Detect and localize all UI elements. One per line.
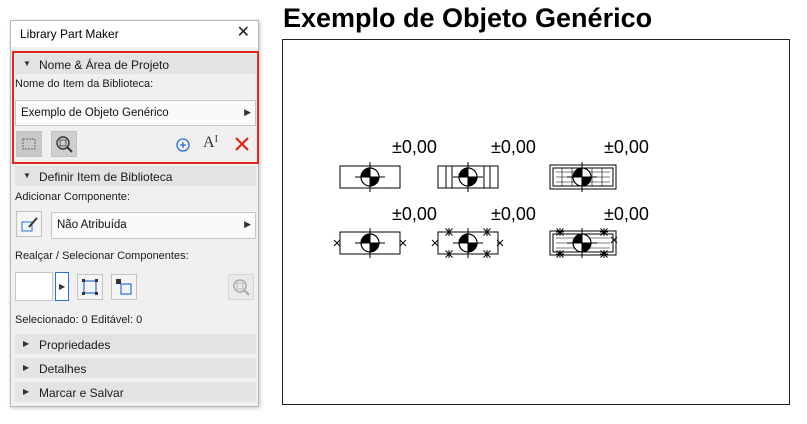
symbol-simple-x xyxy=(333,227,407,259)
symbol-columns xyxy=(437,161,499,193)
preview-drawing xyxy=(333,161,618,259)
symbol-simple xyxy=(339,161,401,193)
symbol-hatched xyxy=(549,161,617,193)
symbol-stars xyxy=(431,227,504,259)
symbol-hatched-stars xyxy=(549,227,618,259)
